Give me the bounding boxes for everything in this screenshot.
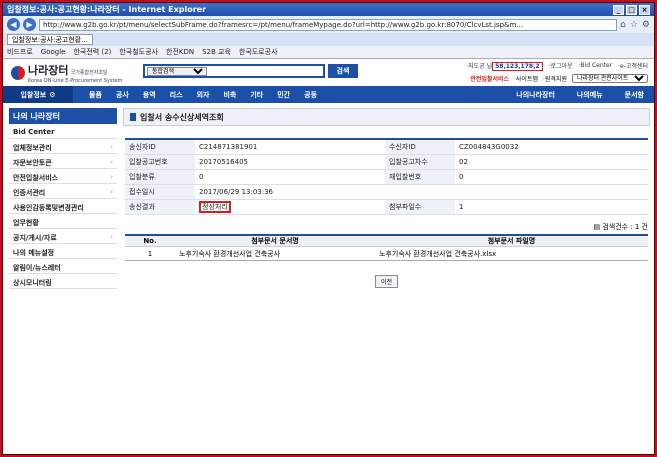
sidebar-item[interactable]: 업무현황 [9,214,117,229]
home-icon[interactable]: ⌂ [620,20,626,30]
nav-item[interactable]: 민간 [277,90,290,100]
page-title-text: 입찰서 송수신상세역조회 [140,112,224,122]
sidebar-item[interactable]: 안전입찰서비스 › [9,169,117,184]
sidebar-item[interactable]: 상시모니터링 [9,274,117,289]
tab-bar: 입찰정보:공사:공고현황... [3,33,654,46]
page-title: 입찰서 송수신상세역조회 [123,108,650,126]
logout-link[interactable]: ·로그아웃 [549,61,573,70]
nav-item[interactable]: 외자 [197,90,210,100]
web-page: 나라장터 국가종합전자조달 Korea ON-Line E-Procuremen… [3,59,654,454]
nav-item[interactable]: 비축 [223,90,236,100]
table-row: 입찰분류 0 재입찰번호 0 [125,169,648,185]
favorite-link[interactable]: 한국철도공사 [119,47,158,57]
chevron-right-icon: › [110,188,113,196]
bid-center-link[interactable]: ·Bid Center [579,62,613,69]
document-icon [130,113,136,121]
attachment-file-link[interactable]: 노후기숙사 환경개선사업 건축공사.xlsx [375,246,648,261]
search-button[interactable]: 검색 [328,64,358,78]
table-row: 1 노후기숙사 환경개선사업 건축공사 노후기숙사 환경개선사업 건축공사.xl… [125,246,648,261]
table-row: 송신결과 정상처리 첨부파일수 1 [125,199,648,215]
sidebar-item[interactable]: 업체정보관리 › [9,139,117,154]
remote-support-link[interactable]: ·원격지원 [543,74,567,83]
logo-name: 나라장터 [28,64,69,77]
favorites-bar: 비드프로 Google 한국전력 (2) 한국철도공사 한전KDN S2B 교육… [3,46,654,59]
chevron-right-icon: › [110,233,113,241]
favorite-link[interactable]: 한국도로공사 [239,47,278,57]
status-badge: 정상처리 [199,200,231,213]
nav-bid-info-label: 입찰정보 [20,90,47,99]
result-count: ▤ 검색건수 : 1 건 [593,222,648,231]
logo-subtitle: Korea ON-Line E-Procurement System [28,78,123,84]
browser-window: 입찰정보:공사:공고현황:나라장터 - Internet Explorer _ … [2,2,655,455]
sidebar-item[interactable]: 공지/게시/자료 › [9,229,117,244]
browser-tab[interactable]: 입찰정보:공사:공고현황... [7,34,93,45]
table-row: 입찰공고번호 20170516405 입찰공고차수 02 [125,154,648,170]
forward-icon[interactable]: ▶ [23,18,36,31]
site-header: 나라장터 국가종합전자조달 Korea ON-Line E-Procuremen… [3,59,654,86]
table-row: 접수일시 2017/06/29 13:03:36 [125,184,648,200]
chevron-right-icon: › [110,173,113,181]
favorite-link[interactable]: 한국전력 (2) [73,47,111,57]
sidebar-item[interactable]: 사용인감등록및변경관리 [9,199,117,214]
close-icon[interactable]: × [639,4,650,15]
favorite-link[interactable]: 한전KDN [166,47,194,57]
safe-bid-link[interactable]: 안전입찰서비스 [470,74,509,83]
maximize-icon[interactable]: □ [626,4,637,15]
minimize-icon[interactable]: _ [613,4,624,15]
main-content: 입찰서 송수신상세역조회 송신자ID C214871381901 수신자ID C… [123,108,650,288]
user-counter: 58,123,178,2 [492,62,543,71]
nav-item[interactable]: 용역 [143,90,156,100]
logo-icon [11,66,25,80]
chevron-right-icon: › [110,158,113,166]
logo-tag: 국가종합전자조달 [70,70,108,76]
window-title: 입찰정보:공사:공고현황:나라장터 - Internet Explorer [7,5,207,14]
sidebar-item[interactable]: 자문보안토큰 › [9,154,117,169]
site-logo[interactable]: 나라장터 국가종합전자조달 Korea ON-Line E-Procuremen… [11,62,122,84]
favorites-icon[interactable]: ☆ [630,20,638,30]
attachment-table: No. 첨부문서 문서명 첨부문서 파일명 1 노후기숙사 환경개선사업 건축공… [125,233,648,261]
sidebar-item[interactable]: 인증서관리 › [9,184,117,199]
search-category-select[interactable]: 통합검색 [147,66,207,76]
back-button[interactable]: 이전 [374,275,399,288]
sidebar-item[interactable]: 알림이/뉴스레터 [9,259,117,274]
sidebar-title: 나의 나라장터 [9,108,117,124]
attachment-doc-name: 노후기숙사 환경개선사업 건축공사 [175,246,375,261]
address-bar: ◀ ▶ http://www.g2b.go.kr/pt/menu/selectS… [3,16,654,33]
global-nav: 입찰정보 ⚙ 물품 공사 용역 리스 외자 비축 기타 민간 공동 나의나라장터… [3,86,654,103]
back-icon[interactable]: ◀ [7,18,20,31]
nav-my-nara[interactable]: 나의나라장터 [516,90,555,100]
nav-item[interactable]: 공동 [304,90,317,100]
favorite-link[interactable]: S2B 교육 [202,47,231,57]
column-header: 첨부문서 파일명 [375,234,648,247]
url-field[interactable]: http://www.g2b.go.kr/pt/menu/selectSubFr… [39,18,618,31]
sidebar-item[interactable]: Bid Center [9,124,117,139]
nav-item[interactable]: 기타 [250,90,263,100]
title-bar: 입찰정보:공사:공고현황:나라장터 - Internet Explorer _ … [3,3,654,16]
user-label: ·지도공 님 [466,63,493,70]
gear-icon: ⚙ [49,90,56,99]
sitemap-link[interactable]: ·사이트맵 [514,74,538,83]
sidebar: 나의 나라장터 Bid Center 업체정보관리 › 자문보안토큰 › 안전입찰서… [9,108,117,289]
favorite-link[interactable]: 비드프로 [7,47,33,57]
column-header: 첨부문서 문서명 [175,234,375,247]
nav-bid-info[interactable]: 입찰정보 ⚙ [3,86,73,103]
list-icon: ▤ [593,222,601,231]
detail-table: 송신자ID C214871381901 수신자ID CZ004843G0032 … [125,138,648,215]
nav-item[interactable]: 공사 [116,90,129,100]
related-sites-select[interactable]: 나라장터 관련사이트 [572,74,648,83]
nav-documents[interactable]: 문서함 [625,90,644,100]
chevron-right-icon: › [110,143,113,151]
sidebar-item[interactable]: 나의 메뉴설정 [9,244,117,259]
search-bar: 통합검색 검색 [143,64,358,78]
search-input[interactable]: 통합검색 [143,64,325,78]
customer-center-link[interactable]: ·e-고객센터 [618,61,648,70]
table-row: 송신자ID C214871381901 수신자ID CZ004843G0032 [125,139,648,155]
nav-item[interactable]: 물품 [89,90,102,100]
gear-icon[interactable]: ⚙ [642,20,650,30]
top-utility: ·지도공 님 58,123,178,2 ·로그아웃 ·Bid Center ·e-… [466,61,648,83]
column-header: No. [125,234,175,247]
nav-item[interactable]: 리스 [170,90,183,100]
nav-my-menu[interactable]: 나의메뉴 [577,90,603,100]
favorite-link[interactable]: Google [41,48,66,56]
